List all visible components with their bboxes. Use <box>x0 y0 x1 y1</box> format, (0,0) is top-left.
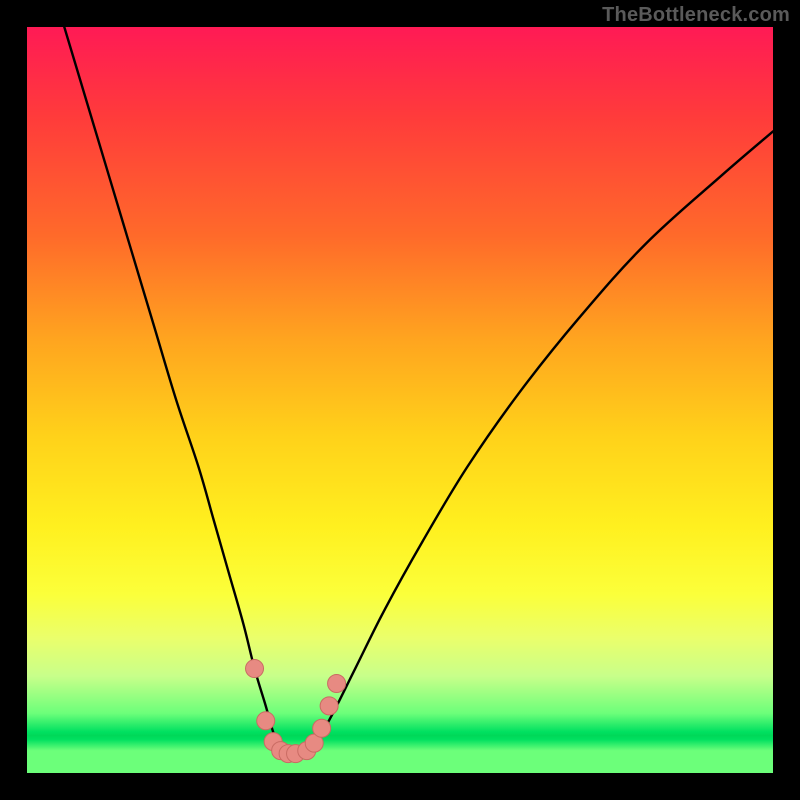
chart-svg <box>27 27 773 773</box>
curve-markers <box>246 660 346 763</box>
plot-area <box>27 27 773 773</box>
curve-marker <box>328 674 346 692</box>
watermark-text: TheBottleneck.com <box>602 4 790 27</box>
curve-marker <box>313 719 331 737</box>
bottleneck-curve <box>64 27 773 759</box>
chart-frame: TheBottleneck.com <box>0 0 800 800</box>
curve-marker <box>320 697 338 715</box>
curve-marker <box>246 660 264 678</box>
curve-marker <box>257 712 275 730</box>
